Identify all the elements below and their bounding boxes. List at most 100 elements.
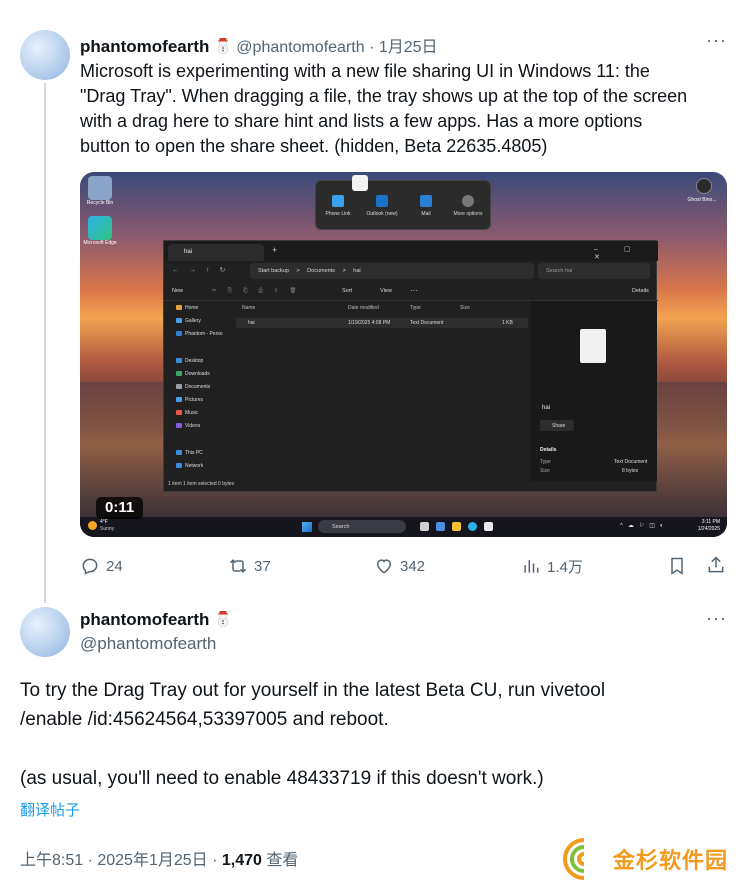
more-options-icon[interactable]: ···: [706, 608, 727, 629]
details-type-value: Text Document: [614, 459, 648, 465]
taskbar: 4°F Sunny Search ^☁⚐◫◐ 3:11 PM 1/24/2025: [80, 517, 727, 537]
post-meta: 上午8:51 · 2025年1月25日 · 1,470 查看: [20, 846, 298, 870]
share-icon: [708, 556, 724, 573]
task-view-icon[interactable]: [420, 522, 429, 531]
sidebar-item-music[interactable]: Music: [176, 410, 198, 416]
analytics-icon: [524, 560, 539, 573]
explorer-tab[interactable]: hai: [168, 244, 264, 261]
sidebar-item-network[interactable]: Network: [176, 463, 203, 469]
tweet-date[interactable]: · 1月25日: [369, 39, 437, 56]
edge-taskbar-icon[interactable]: [468, 522, 477, 531]
breadcrumb-item[interactable]: Documents: [307, 268, 335, 274]
like-button[interactable]: 342: [374, 556, 425, 576]
tray-item-label: Mail: [421, 211, 431, 217]
watermark: 金杉软件园: [561, 836, 728, 882]
post-timestamp[interactable]: 上午8:51 · 2025年1月25日 ·: [20, 852, 222, 869]
snowman-emoji-icon: [214, 610, 232, 628]
desktop-icon-label: Microsoft Edge: [83, 240, 117, 246]
address-bar[interactable]: Start backup > Documents > hai: [250, 263, 534, 279]
tweet-text-line: To try the Drag Tray out for yourself in…: [20, 680, 606, 701]
view-button[interactable]: View: [380, 288, 392, 294]
details-button[interactable]: Details: [632, 288, 649, 294]
post-view-count: 1,470: [221, 852, 262, 869]
store-taskbar-icon[interactable]: [484, 522, 493, 531]
file-explorer-window[interactable]: hai + – ▢ ✕ ←→↑↻ Start backup > Document…: [163, 240, 658, 492]
sort-button[interactable]: Sort: [342, 288, 352, 294]
row-name: hai: [248, 320, 255, 326]
column-header[interactable]: Type: [410, 305, 421, 311]
location-icon: [696, 178, 712, 194]
sidebar-item-gallery[interactable]: Gallery: [176, 318, 201, 324]
display-name[interactable]: phantomofearth: [80, 610, 209, 629]
sidebar-item-this-pc[interactable]: This PC: [176, 450, 203, 456]
windows-start-icon[interactable]: [302, 522, 312, 532]
new-button[interactable]: New: [172, 288, 183, 294]
search-input[interactable]: Search hai: [538, 263, 650, 279]
details-file-name: hai: [542, 405, 551, 411]
table-row[interactable]: hai 1/19/2025 4:08 PM Text Document 1 KB: [236, 318, 528, 328]
bookmark-button[interactable]: [667, 556, 687, 576]
edge-icon: [88, 216, 112, 240]
window-controls[interactable]: – ▢ ✕: [594, 245, 658, 261]
tweet-text-line: /enable /id:45624564,53397005 and reboot…: [20, 709, 389, 730]
translate-post-link[interactable]: 翻译帖子: [20, 799, 80, 820]
file-explorer-taskbar-icon[interactable]: [452, 522, 461, 531]
breadcrumb-item[interactable]: hai: [353, 268, 360, 274]
snowman-emoji-icon: [214, 37, 232, 55]
more-options-icon[interactable]: ···: [706, 30, 727, 51]
heart-icon: [376, 559, 392, 574]
share-button[interactable]: Share: [540, 420, 574, 431]
thread-connector-line: [44, 83, 46, 603]
system-tray-icons[interactable]: ^☁⚐◫◐: [620, 522, 669, 529]
desktop-icon-label: Ghost Bino...: [687, 197, 717, 203]
widgets-icon[interactable]: [436, 522, 445, 531]
clock-time[interactable]: 3:11 PM: [690, 519, 720, 525]
sidebar-item-home[interactable]: Home: [176, 305, 198, 311]
clock-date[interactable]: 1/24/2025: [690, 526, 720, 532]
column-header[interactable]: Name: [242, 305, 255, 311]
column-header[interactable]: Size: [460, 305, 470, 311]
sidebar-item-documents[interactable]: Documents: [176, 384, 210, 390]
avatar[interactable]: [20, 607, 70, 657]
retweet-count: 37: [254, 557, 271, 575]
sidebar-item-downloads[interactable]: Downloads: [176, 371, 210, 377]
tray-item-label: Phone Link: [325, 211, 351, 217]
column-header[interactable]: Date modified: [348, 305, 379, 311]
new-tab-icon[interactable]: +: [272, 245, 277, 255]
weather-icon: [88, 521, 97, 530]
reply-count: 24: [106, 557, 123, 575]
nav-arrows[interactable]: ←→↑↻: [172, 266, 235, 274]
status-bar: 1 item 1 item selected 0 bytes: [168, 481, 235, 487]
handle[interactable]: @phantomofearth: [236, 39, 364, 56]
sidebar-item-onedrive[interactable]: Phantom - Perso: [176, 331, 223, 337]
explorer-toolbar: New ✂⎘⎗⎙⇪🗑 Sort View ··· Details: [164, 283, 658, 301]
taskbar-search[interactable]: Search: [318, 520, 406, 533]
reply-button[interactable]: 24: [80, 556, 123, 576]
recycle-bin-icon: [88, 176, 112, 200]
retweet-button[interactable]: 37: [228, 556, 271, 576]
sidebar-item-desktop[interactable]: Desktop: [176, 358, 203, 364]
more-icon[interactable]: ···: [410, 286, 418, 295]
tweet-header: phantomofearth: [80, 610, 232, 630]
tray-mail[interactable]: Mail: [408, 195, 444, 217]
toolbar-icons[interactable]: ✂⎘⎗⎙⇪🗑: [212, 288, 307, 295]
avatar[interactable]: [20, 30, 70, 80]
details-heading: Details: [540, 447, 557, 453]
views-button[interactable]: 1.4万: [521, 556, 583, 576]
sidebar-item-videos[interactable]: Videos: [176, 423, 200, 429]
breadcrumb-separator: >: [342, 268, 346, 274]
tray-outlook[interactable]: Outlook (new): [364, 195, 400, 217]
row-size: 1 KB: [502, 320, 513, 326]
tweet-text-line: button to open the share sheet. (hidden,…: [80, 136, 548, 156]
display-name[interactable]: phantomofearth: [80, 37, 209, 56]
drag-tray[interactable]: Phone Link Outlook (new) Mail More optio…: [315, 175, 491, 230]
breadcrumb-item[interactable]: Start backup: [258, 268, 289, 274]
document-icon: [580, 329, 606, 363]
video-media[interactable]: Recycle Bin Microsoft Edge Ghost Bino...…: [80, 172, 727, 537]
tray-more-options[interactable]: More options: [450, 195, 486, 217]
sidebar-item-pictures[interactable]: Pictures: [176, 397, 203, 403]
tweet-text-line: (as usual, you'll need to enable 4843371…: [20, 768, 544, 789]
share-button[interactable]: [706, 555, 726, 575]
handle[interactable]: @phantomofearth: [80, 634, 216, 654]
tray-phone-link[interactable]: Phone Link: [320, 195, 356, 217]
